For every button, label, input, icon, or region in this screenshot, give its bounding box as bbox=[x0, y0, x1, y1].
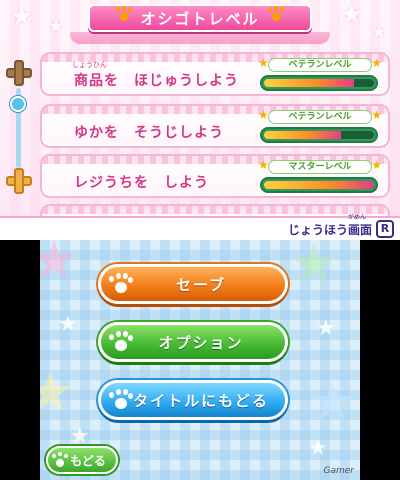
star-icon: ★ bbox=[371, 56, 382, 70]
level-gauge bbox=[260, 177, 378, 193]
star-decoration-icon: ★ bbox=[40, 360, 75, 423]
task-name: ゆかを そうじしよう bbox=[74, 125, 224, 141]
star-decoration-icon: ★ bbox=[316, 316, 336, 341]
task-name: レジうちを しよう bbox=[74, 175, 209, 191]
return-to-title-label: タイトルにもどる bbox=[133, 391, 269, 410]
level-gauge bbox=[260, 127, 378, 143]
info-screen-label: じょうほう画面 bbox=[287, 223, 372, 237]
bottom-screen: ★ ★ ★ ★ ★ ★ ★ ★ セーブ オプション タイトルにもどる もどる G… bbox=[40, 240, 360, 480]
star-decoration-icon: ★ bbox=[58, 312, 78, 337]
level-indicator: ベテランレベル ★ ★ bbox=[258, 56, 382, 94]
options-button[interactable]: オプション bbox=[98, 322, 288, 362]
info-ruby: がめん bbox=[347, 214, 366, 221]
level-label: ベテランレベル bbox=[268, 110, 372, 124]
paw-icon bbox=[116, 6, 132, 22]
star-decoration-icon: ★ bbox=[40, 240, 79, 291]
star-icon: ★ bbox=[258, 108, 269, 122]
star-decoration-icon: ★ bbox=[308, 436, 328, 461]
top-screen: ★ ★ ★ ★ オシゴトレベル しょうひん 商品を ほじゅうしよう ベテランレベ… bbox=[0, 0, 400, 240]
star-icon: ★ bbox=[258, 56, 269, 70]
star-icon: ★ bbox=[371, 158, 382, 172]
zoom-out-icon[interactable] bbox=[6, 168, 32, 194]
paw-icon bbox=[268, 6, 284, 22]
save-button-label: セーブ bbox=[175, 275, 227, 294]
back-button-label: もどる bbox=[70, 453, 106, 468]
paw-icon bbox=[109, 389, 133, 411]
task-row: しょうひん 商品を ほじゅうしよう ベテランレベル ★ ★ bbox=[40, 52, 390, 96]
options-button-label: オプション bbox=[158, 333, 244, 352]
zoom-slider-knob[interactable] bbox=[10, 96, 26, 112]
info-bar: がめん じょうほう画面 R bbox=[0, 214, 400, 240]
star-decoration-icon: ★ bbox=[372, 22, 387, 41]
star-decoration-icon: ★ bbox=[290, 240, 339, 295]
task-row: レジうちを しよう マスターレベル ★ ★ bbox=[40, 154, 390, 198]
star-decoration-icon: ★ bbox=[340, 0, 364, 30]
level-indicator: ベテランレベル ★ ★ bbox=[258, 108, 382, 146]
task-name: 商品を ほじゅうしよう bbox=[74, 73, 239, 89]
star-decoration-icon: ★ bbox=[308, 370, 357, 433]
save-button[interactable]: セーブ bbox=[98, 264, 288, 304]
return-to-title-button[interactable]: タイトルにもどる bbox=[98, 380, 288, 420]
star-icon: ★ bbox=[258, 158, 269, 172]
level-gauge bbox=[260, 75, 378, 91]
task-ruby: しょうひん bbox=[72, 61, 107, 69]
star-decoration-icon: ★ bbox=[10, 2, 34, 32]
star-icon: ★ bbox=[371, 108, 382, 122]
back-button[interactable]: もどる bbox=[46, 446, 118, 474]
level-label: ベテランレベル bbox=[268, 58, 372, 72]
page-title-text: オシゴトレベル bbox=[140, 9, 260, 28]
title-underbar bbox=[70, 32, 330, 44]
paw-icon bbox=[109, 331, 133, 353]
r-button-icon[interactable]: R bbox=[376, 220, 394, 238]
star-decoration-icon: ★ bbox=[48, 16, 65, 37]
paw-icon bbox=[52, 452, 68, 468]
level-indicator: マスターレベル ★ ★ bbox=[258, 158, 382, 196]
paw-icon bbox=[109, 273, 133, 295]
level-label: マスターレベル bbox=[268, 160, 372, 174]
task-row: ゆかを そうじしよう ベテランレベル ★ ★ bbox=[40, 104, 390, 148]
watermark: Gamer bbox=[323, 466, 355, 476]
zoom-in-icon[interactable] bbox=[6, 60, 32, 86]
